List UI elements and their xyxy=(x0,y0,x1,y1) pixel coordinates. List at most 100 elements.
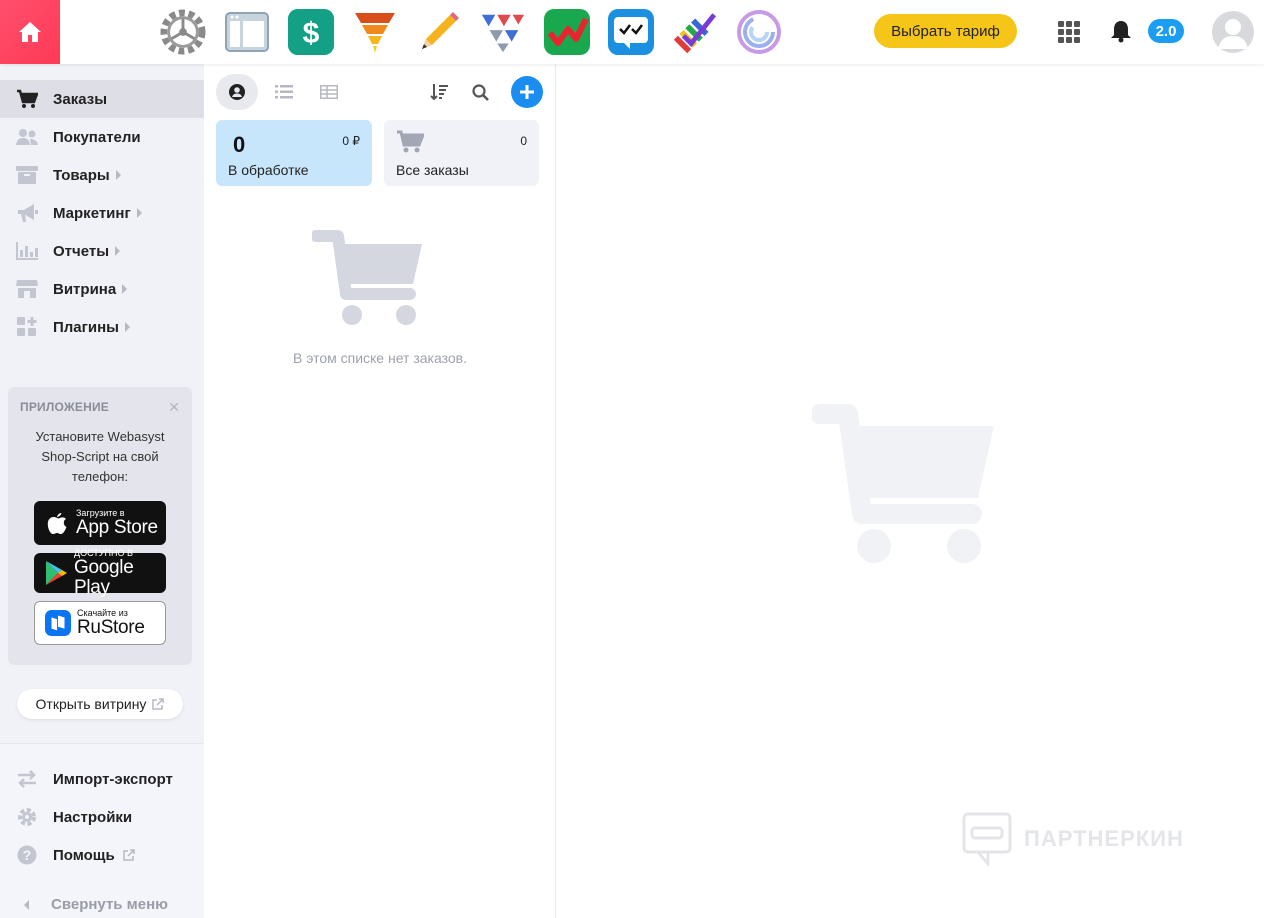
sort-button[interactable] xyxy=(427,80,451,104)
all-orders-count: 0 xyxy=(520,134,527,148)
megaphone-icon xyxy=(16,202,38,224)
table-icon xyxy=(320,85,338,99)
orders-processing-card[interactable]: 0 0 ₽ В обработке xyxy=(216,120,372,186)
rustore-icon xyxy=(45,610,71,636)
box-icon xyxy=(16,164,38,186)
user-silhouette-icon xyxy=(1218,19,1248,49)
help-icon: ? xyxy=(16,844,38,866)
bottom-nav: Импорт-экспорт Настройки ? Помощь xyxy=(0,760,204,874)
sidebar-item-storefront[interactable]: Витрина xyxy=(0,270,204,308)
processing-sum: 0 ₽ xyxy=(342,134,360,148)
sidebar-item-help[interactable]: ? Помощь xyxy=(0,836,204,874)
notifications-bell-icon[interactable] xyxy=(1110,19,1132,43)
sidebar-item-reports[interactable]: Отчеты xyxy=(0,232,204,270)
open-storefront-label: Открыть витрину xyxy=(35,696,147,712)
plugins-icon xyxy=(16,316,38,338)
collapse-menu-label: Свернуть меню xyxy=(51,896,168,913)
version-badge[interactable]: 2.0 xyxy=(1148,19,1184,43)
home-button[interactable] xyxy=(0,0,60,64)
shop-dollar-icon[interactable]: $ xyxy=(288,9,334,55)
sidebar-item-label: Отчеты xyxy=(53,242,110,260)
apps-grid-icon[interactable] xyxy=(1058,21,1080,43)
apps-bar: $ xyxy=(160,7,782,57)
chevron-left-icon xyxy=(24,899,29,910)
watermark: ПАРТНЕРКИН xyxy=(962,812,1184,866)
submenu-caret-icon xyxy=(115,170,121,180)
promo-title: ПРИЛОЖЕНИЕ xyxy=(20,400,109,414)
funnel-icon[interactable] xyxy=(352,9,398,55)
sidebar-item-products[interactable]: Товары xyxy=(0,156,204,194)
cart-icon xyxy=(397,130,424,153)
import-export-icon xyxy=(16,768,38,790)
user-circle-icon xyxy=(229,84,245,100)
search-button[interactable] xyxy=(468,80,492,104)
site-layout-icon[interactable] xyxy=(224,9,270,55)
all-orders-card[interactable]: 0 Все заказы xyxy=(384,120,539,186)
open-storefront-button[interactable]: Открыть витрину xyxy=(17,689,183,719)
main-nav: Заказы Покупатели Товары Маркетинг Отчет… xyxy=(0,80,204,346)
sidebar-item-marketing[interactable]: Маркетинг xyxy=(0,194,204,232)
submenu-caret-icon xyxy=(122,284,128,294)
watermark-logo-icon xyxy=(962,812,1012,866)
sidebar-item-label: Заказы xyxy=(53,90,108,108)
google-play-text: Google Play xyxy=(74,557,134,598)
list-view-button[interactable] xyxy=(272,80,296,104)
empty-list-message: В этом списке нет заказов. xyxy=(293,350,467,366)
user-avatar[interactable] xyxy=(1212,11,1254,53)
submenu-caret-icon xyxy=(115,246,121,256)
list-icon xyxy=(275,85,293,99)
app-store-text: App Store xyxy=(76,517,158,538)
sidebar-item-settings[interactable]: Настройки xyxy=(0,798,204,836)
empty-cart-placeholder-icon xyxy=(812,404,994,563)
google-play-icon xyxy=(44,560,68,586)
sidebar-item-label: Маркетинг xyxy=(53,204,131,222)
plus-icon xyxy=(520,85,534,99)
settings-gear-icon[interactable] xyxy=(160,9,206,55)
all-orders-label: Все заказы xyxy=(396,162,469,178)
sidebar-item-label: Товары xyxy=(53,166,110,184)
sort-icon xyxy=(430,84,448,101)
mobile-app-promo: ПРИЛОЖЕНИЕ ✕ Установите Webasyst Shop-Sc… xyxy=(8,387,192,665)
table-view-button[interactable] xyxy=(317,80,341,104)
sidebar-item-import-export[interactable]: Импорт-экспорт xyxy=(0,760,204,798)
sidebar-item-label: Плагины xyxy=(53,318,119,336)
sidebar-item-label: Покупатели xyxy=(53,128,141,146)
top-bar: $ Выбрать тариф 2.0 xyxy=(0,0,1264,64)
sidebar-item-orders[interactable]: Заказы xyxy=(0,80,204,118)
checkmark-green-icon[interactable] xyxy=(544,9,590,55)
submenu-caret-icon xyxy=(125,322,130,332)
cart-icon xyxy=(16,88,38,110)
bar-chart-icon xyxy=(16,240,38,262)
rustore-text: RuStore xyxy=(77,617,145,638)
sidebar-item-label: Помощь xyxy=(53,846,115,864)
sidebar-item-label: Витрина xyxy=(53,280,117,298)
collapse-menu-button[interactable]: Свернуть меню xyxy=(16,896,168,913)
pencil-icon[interactable] xyxy=(416,9,462,55)
close-icon[interactable]: ✕ xyxy=(168,399,180,416)
sidebar-item-plugins[interactable]: Плагины xyxy=(0,308,204,346)
promo-text: Установите Webasyst Shop-Script на свой … xyxy=(35,429,165,484)
add-order-button[interactable] xyxy=(511,76,543,108)
paper-planes-icon[interactable] xyxy=(480,9,526,55)
checklist-icon[interactable] xyxy=(608,9,654,55)
home-icon xyxy=(19,22,41,42)
external-link-icon xyxy=(122,849,135,861)
sidebar-item-customers[interactable]: Покупатели xyxy=(0,118,204,156)
app-store-button[interactable]: Загрузите в App Store xyxy=(34,501,166,545)
watermark-text: ПАРТНЕРКИН xyxy=(1024,826,1184,851)
filter-my-orders-button[interactable] xyxy=(216,74,258,110)
svg-text:?: ? xyxy=(23,847,32,863)
google-play-button[interactable]: ДОСТУПНО В Google Play xyxy=(34,548,166,598)
submenu-caret-icon xyxy=(136,208,142,218)
orders-list-panel: 0 0 ₽ В обработке 0 Все заказы В этом сп… xyxy=(204,64,556,918)
sidebar-item-label: Импорт-экспорт xyxy=(53,770,173,788)
choose-tariff-button[interactable]: Выбрать тариф xyxy=(874,14,1017,48)
spiral-icon[interactable] xyxy=(736,9,782,55)
users-icon xyxy=(16,126,38,148)
apple-icon xyxy=(44,510,70,536)
empty-cart-icon xyxy=(312,230,422,325)
sidebar-item-label: Настройки xyxy=(53,808,133,826)
rustore-button[interactable]: Скачайте из RuStore xyxy=(34,601,166,645)
tasks-colorful-icon[interactable] xyxy=(672,9,718,55)
processing-count: 0 xyxy=(233,132,246,157)
